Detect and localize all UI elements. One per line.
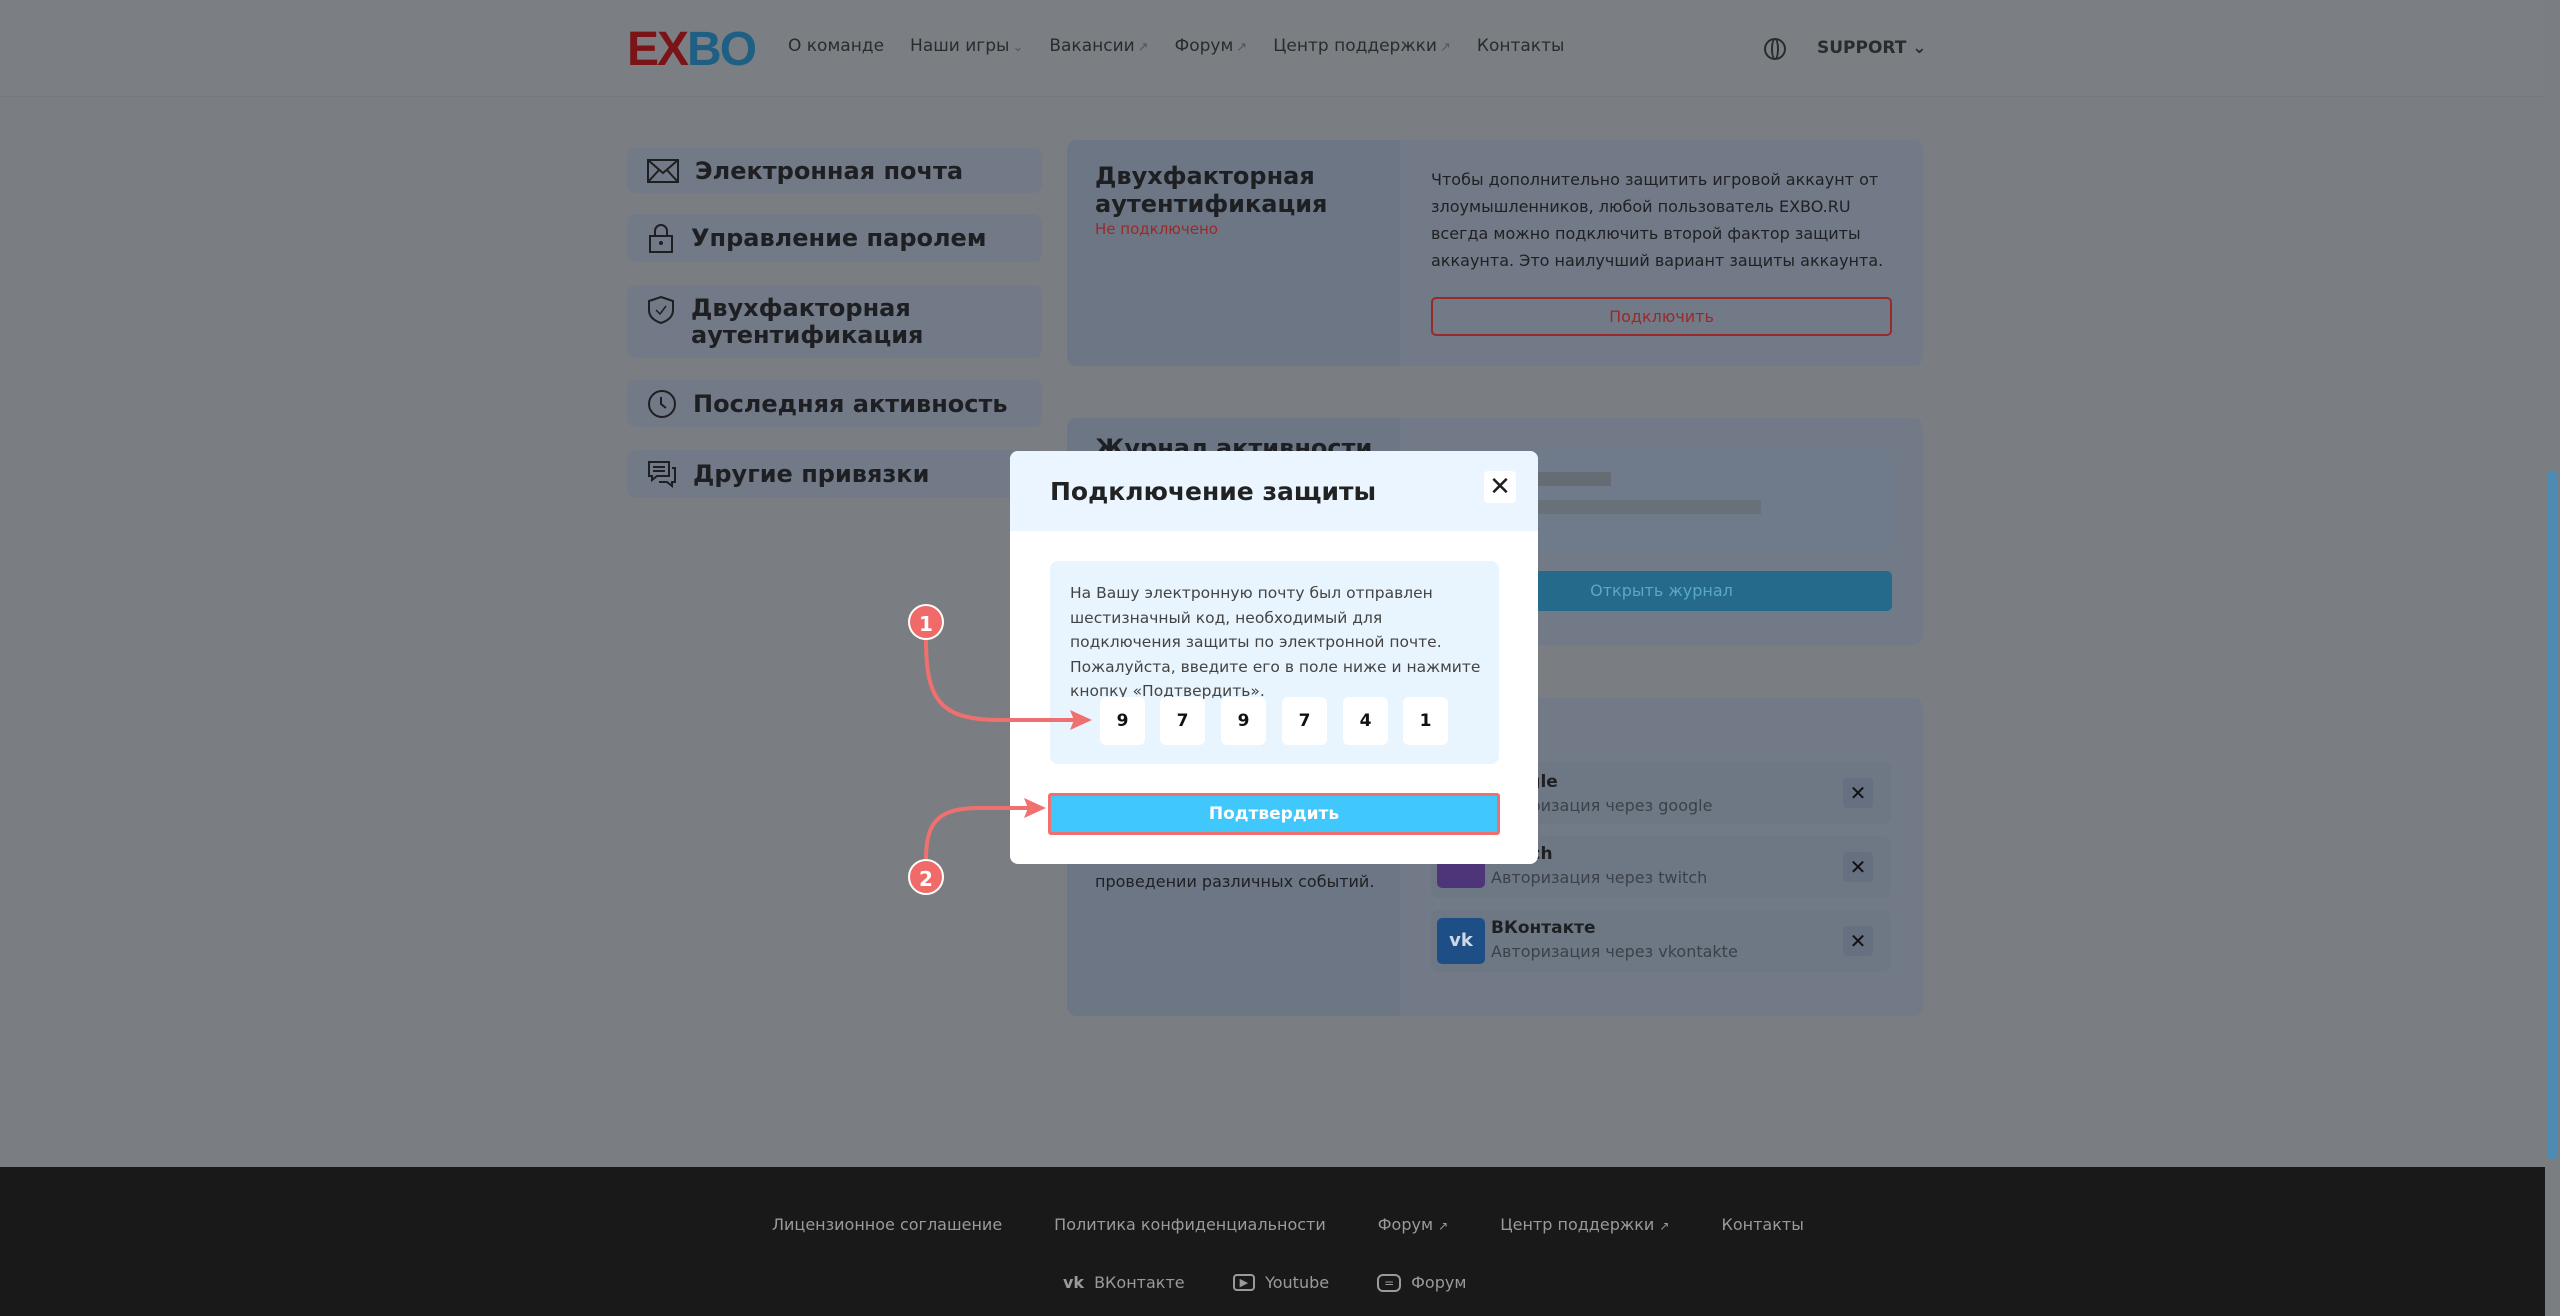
footer-links: Лицензионное соглашение Политика конфиде… <box>772 1215 1804 1234</box>
footer-license[interactable]: Лицензионное соглашение <box>772 1215 1002 1234</box>
arrow-2 <box>924 806 1035 860</box>
vk-icon: vk <box>1063 1273 1085 1292</box>
social-label: Форум <box>1411 1273 1467 1292</box>
social-youtube[interactable]: ▶ Youtube <box>1232 1273 1330 1292</box>
footer-link-label: Контакты <box>1721 1215 1804 1234</box>
youtube-icon: ▶ <box>1232 1274 1256 1291</box>
scrollbar-thumb[interactable] <box>2548 470 2557 1160</box>
footer-link-label: Центр поддержки <box>1500 1215 1655 1234</box>
footer: Лицензионное соглашение Политика конфиде… <box>0 1167 2545 1316</box>
social-forum[interactable]: = Форум <box>1377 1273 1466 1292</box>
social-label: Youtube <box>1265 1273 1330 1292</box>
annotation-arrows <box>924 639 1092 860</box>
footer-forum[interactable]: Форум ↗ <box>1378 1215 1448 1234</box>
step-badge-2: 2 <box>908 859 944 895</box>
arrow-1 <box>924 639 1080 722</box>
footer-contacts[interactable]: Контакты <box>1721 1215 1803 1234</box>
footer-link-label: Лицензионное соглашение <box>772 1215 1003 1234</box>
social-vk[interactable]: vk ВКонтакте <box>1063 1273 1185 1292</box>
footer-support[interactable]: Центр поддержки ↗ <box>1500 1215 1669 1234</box>
external-link-icon: ↗ <box>1659 1219 1670 1233</box>
social-label: ВКонтакте <box>1094 1273 1185 1292</box>
forum-icon: = <box>1377 1273 1402 1292</box>
footer-privacy[interactable]: Политика конфиденциальности <box>1054 1215 1326 1234</box>
footer-link-label: Форум <box>1377 1215 1434 1234</box>
step-badge-1: 1 <box>908 604 944 640</box>
external-link-icon: ↗ <box>1438 1219 1449 1233</box>
footer-link-label: Политика конфиденциальности <box>1054 1215 1326 1234</box>
footer-social: vk ВКонтакте ▶ Youtube = Форум <box>1063 1273 1466 1292</box>
